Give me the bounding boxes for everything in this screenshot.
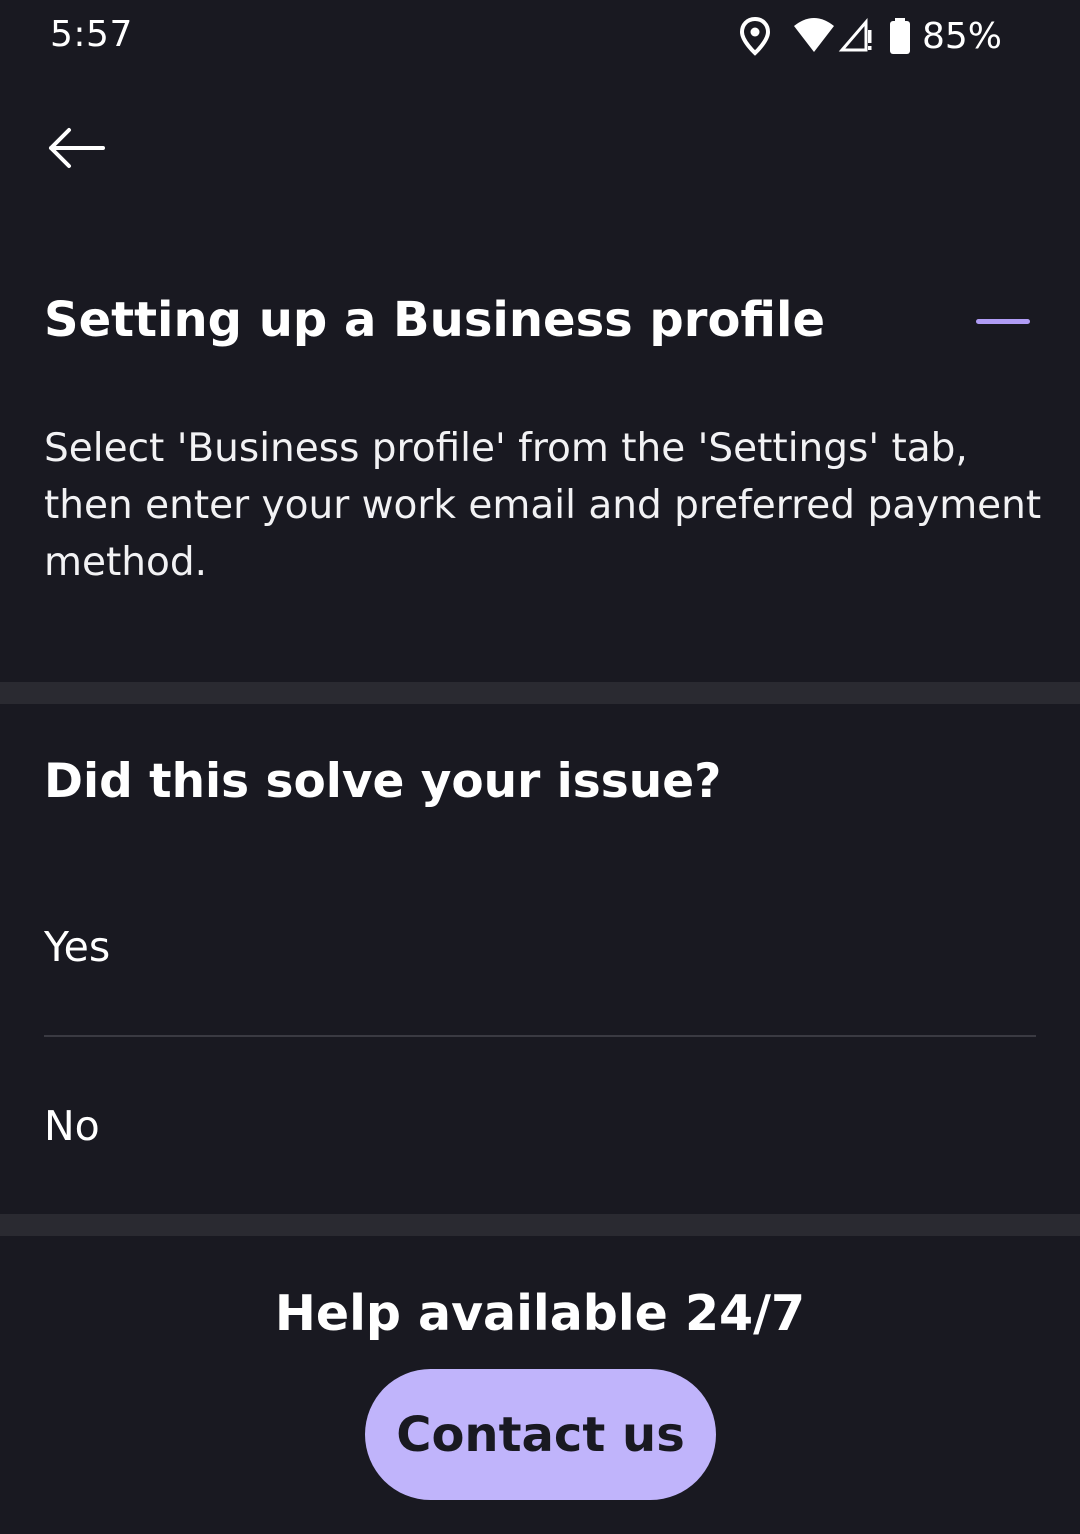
- status-bar: 5:57 85%: [0, 0, 1080, 72]
- contact-us-button[interactable]: Contact us: [365, 1369, 716, 1500]
- feedback-question: Did this solve your issue?: [44, 754, 722, 809]
- cellular-no-signal-icon: [838, 16, 874, 56]
- battery-percent: 85%: [921, 15, 1002, 57]
- section-divider: [0, 1214, 1080, 1236]
- status-icons: 85%: [738, 14, 1002, 58]
- arrow-left-icon: [47, 126, 105, 174]
- option-divider: [44, 1035, 1036, 1037]
- back-button[interactable]: [40, 118, 112, 182]
- feedback-no-label: No: [44, 1102, 100, 1150]
- faq-answer: Select 'Business profile' from the 'Sett…: [44, 426, 1042, 585]
- minus-icon: [976, 319, 1030, 324]
- faq-title: Setting up a Business profile: [44, 292, 826, 348]
- feedback-yes-option[interactable]: Yes: [44, 887, 1036, 1007]
- feedback-yes-label: Yes: [44, 923, 111, 971]
- feedback-no-option[interactable]: No: [44, 1066, 1036, 1186]
- wifi-icon: [792, 16, 836, 56]
- help-title: Help available 24/7: [274, 1285, 806, 1342]
- location-icon: [738, 16, 772, 56]
- status-time: 5:57: [50, 14, 133, 55]
- collapse-button[interactable]: [964, 300, 1044, 344]
- section-divider: [0, 682, 1080, 704]
- battery-icon: [888, 16, 912, 56]
